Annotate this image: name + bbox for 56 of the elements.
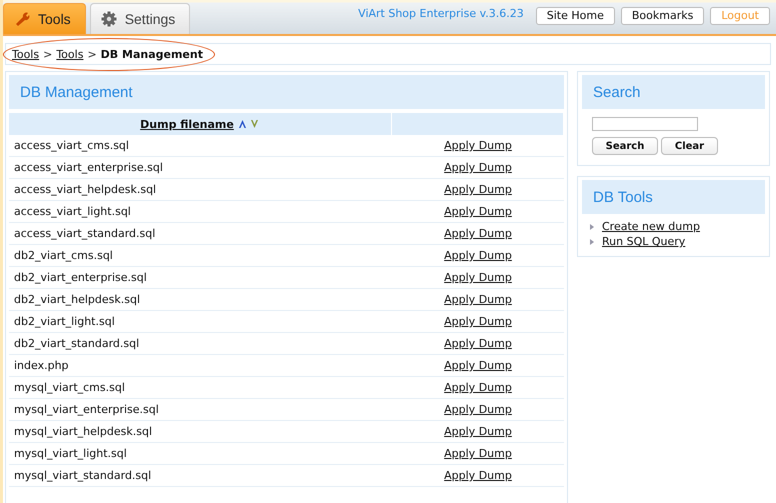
apply-dump-link[interactable]: Apply Dump (444, 205, 512, 218)
wrench-icon (14, 11, 30, 27)
apply-dump-link[interactable]: Apply Dump (444, 381, 512, 394)
breadcrumb-current: DB Management (100, 48, 203, 60)
breadcrumb-separator: > (43, 48, 52, 60)
apply-dump-link[interactable]: Apply Dump (444, 359, 512, 372)
tab[interactable]: Tools (3, 3, 86, 34)
filename-cell: mysql_viart_helpdesk.sql (9, 421, 392, 443)
header-button[interactable]: Site Home (536, 6, 615, 24)
filename-cell: access_viart_standard.sql (9, 223, 392, 245)
apply-dump-link[interactable]: Apply Dump (444, 315, 512, 328)
header-button[interactable]: Bookmarks (620, 6, 704, 24)
tab[interactable]: Settings (90, 3, 190, 34)
filename-cell: mysql_viart_cms.sql (9, 377, 392, 399)
breadcrumb-link[interactable]: Tools (12, 48, 40, 60)
filename-cell: access_viart_enterprise.sql (9, 157, 392, 179)
panel-title: DB Management (9, 75, 564, 109)
filename-cell: db2_viart_enterprise.sql (9, 267, 392, 289)
apply-dump-link[interactable]: Apply Dump (444, 425, 512, 438)
search-panel-button[interactable]: Clear (661, 137, 718, 155)
breadcrumb-separator: > (87, 48, 97, 60)
filename-cell: db2_viart_standard.sql (9, 333, 392, 355)
breadcrumb-link[interactable]: Tools (56, 48, 84, 60)
apply-dump-link[interactable]: Apply Dump (444, 139, 512, 152)
search-panel-button[interactable]: Search (592, 137, 658, 155)
filename-cell: mysql_viart_enterprise.sql (9, 399, 392, 421)
sort-link[interactable]: Dump filename (140, 118, 234, 130)
gear-icon (100, 11, 117, 27)
version-label: ViArt Shop Enterprise v.3.6.23 (358, 6, 524, 20)
panel-title: DB Tools (582, 180, 765, 214)
filename-cell: mysql_viart_standard.sql (9, 465, 392, 487)
apply-dump-link[interactable]: Apply Dump (444, 227, 512, 240)
tool-link[interactable]: Run SQL Query (602, 235, 686, 248)
apply-dump-link[interactable]: Apply Dump (444, 447, 512, 460)
apply-dump-link[interactable]: Apply Dump (444, 337, 512, 350)
apply-dump-link[interactable]: Apply Dump (444, 161, 512, 174)
filename-cell: access_viart_light.sql (9, 201, 392, 223)
filename-cell: access_viart_helpdesk.sql (9, 179, 392, 201)
search-field[interactable] (592, 117, 698, 131)
bullet-icon (590, 224, 594, 230)
filename-cell: db2_viart_light.sql (9, 311, 392, 333)
apply-dump-link[interactable]: Apply Dump (444, 271, 512, 284)
apply-dump-link[interactable]: Apply Dump (444, 469, 512, 482)
filename-cell: mysql_viart_light.sql (9, 443, 392, 465)
apply-dump-link[interactable]: Apply Dump (444, 249, 512, 262)
filename-cell: db2_viart_helpdesk.sql (9, 289, 392, 311)
filename-cell: db2_viart_cms.sql (9, 245, 392, 267)
tool-link[interactable]: Create new dump (602, 220, 700, 233)
apply-dump-link[interactable]: Apply Dump (444, 183, 512, 196)
filename-cell: access_viart_cms.sql (9, 135, 392, 157)
bullet-icon (590, 238, 594, 244)
sort-arrows-icon (238, 119, 260, 130)
panel-title: Search (582, 75, 765, 109)
filename-cell: index.php (9, 355, 392, 377)
apply-dump-link[interactable]: Apply Dump (444, 403, 512, 416)
apply-dump-link[interactable]: Apply Dump (444, 293, 512, 306)
